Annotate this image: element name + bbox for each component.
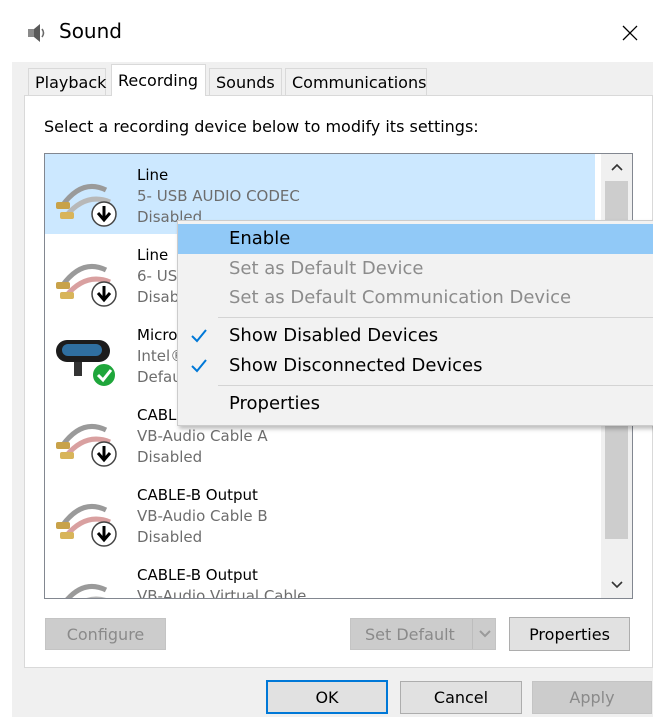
menu-item-label: Set as Default Communication Device [229, 287, 572, 308]
device-status: Disabled [137, 448, 203, 466]
microphone-default-icon [56, 340, 117, 388]
menu-item-show-disconnected-devices[interactable]: Show Disconnected Devices [178, 351, 653, 381]
ok-button[interactable]: OK [266, 680, 388, 714]
device-name: CABLE-B Output [137, 566, 258, 584]
chevron-down-icon [478, 630, 491, 638]
chevron-up-icon [610, 163, 623, 171]
menu-item-label: Properties [229, 393, 320, 414]
close-button[interactable] [610, 16, 650, 50]
button-label: Cancel [433, 688, 489, 707]
line-in-disabled-icon [56, 264, 117, 307]
apply-button: Apply [532, 681, 652, 714]
tab-label: Recording [118, 71, 199, 90]
tab-label: Playback [35, 72, 107, 92]
tab-playback[interactable]: Playback [28, 68, 106, 95]
line-in-disabled-icon [56, 184, 117, 227]
set-default-split-button: Set Default [350, 618, 496, 650]
tab-sounds[interactable]: Sounds [209, 68, 282, 95]
menu-item-label: Show Disconnected Devices [229, 355, 483, 376]
checkmark-icon [191, 329, 207, 343]
scroll-down-button[interactable] [601, 572, 632, 598]
device-name: Line [137, 166, 169, 184]
device-description: VB-Audio Cable A [137, 427, 268, 445]
set-default-dropdown [472, 619, 496, 649]
tab-label: Sounds [216, 72, 275, 92]
button-label: Apply [569, 688, 615, 707]
window-title: Sound [59, 19, 122, 43]
menu-item-show-disabled-devices[interactable]: Show Disabled Devices [178, 321, 653, 351]
menu-item-label: Show Disabled Devices [229, 325, 439, 346]
button-label: Set Default [365, 624, 455, 644]
chevron-down-icon [610, 581, 623, 589]
button-label: Properties [529, 624, 610, 644]
menu-item-set-default-communication-device: Set as Default Communication Device [178, 283, 653, 313]
device-row[interactable]: CABLE-B Output VB-Audio Virtual Cable [45, 554, 595, 599]
properties-button[interactable]: Properties [509, 617, 630, 651]
menu-separator [218, 317, 653, 318]
tab-label: Communications [292, 72, 427, 92]
line-in-disabled-icon [56, 504, 117, 547]
line-in-disabled-icon [65, 584, 108, 598]
button-label: OK [315, 687, 339, 707]
menu-item-set-default-device: Set as Default Device [178, 254, 653, 284]
device-row[interactable]: CABLE-B Output VB-Audio Cable B Disabled [45, 474, 595, 554]
tab-recording[interactable]: Recording [111, 64, 206, 96]
tab-communications[interactable]: Communications [285, 68, 427, 95]
menu-item-enable[interactable]: Enable [178, 224, 653, 254]
close-icon [622, 25, 638, 41]
device-status: Disabled [137, 528, 203, 546]
title-bar: Sound [0, 0, 653, 62]
menu-item-properties[interactable]: Properties [178, 389, 653, 419]
menu-item-label: Enable [229, 228, 291, 249]
menu-item-label: Set as Default Device [229, 258, 424, 279]
instruction-text: Select a recording device below to modif… [44, 117, 479, 136]
device-description: VB-Audio Virtual Cable [137, 587, 307, 599]
device-description: 5- USB AUDIO CODEC [137, 187, 300, 205]
checkmark-icon [191, 359, 207, 373]
button-label: Configure [66, 624, 145, 644]
configure-button: Configure [45, 618, 166, 650]
menu-separator [218, 385, 653, 386]
device-name: Line [137, 246, 169, 264]
scroll-up-button[interactable] [601, 154, 632, 180]
device-name: CABLE-B Output [137, 486, 258, 504]
speaker-icon [28, 24, 45, 42]
context-menu: Enable Set as Default Device Set as Defa… [177, 220, 653, 426]
cancel-button[interactable]: Cancel [400, 681, 522, 714]
device-description: VB-Audio Cable B [137, 507, 268, 525]
line-in-disabled-icon [56, 424, 117, 467]
